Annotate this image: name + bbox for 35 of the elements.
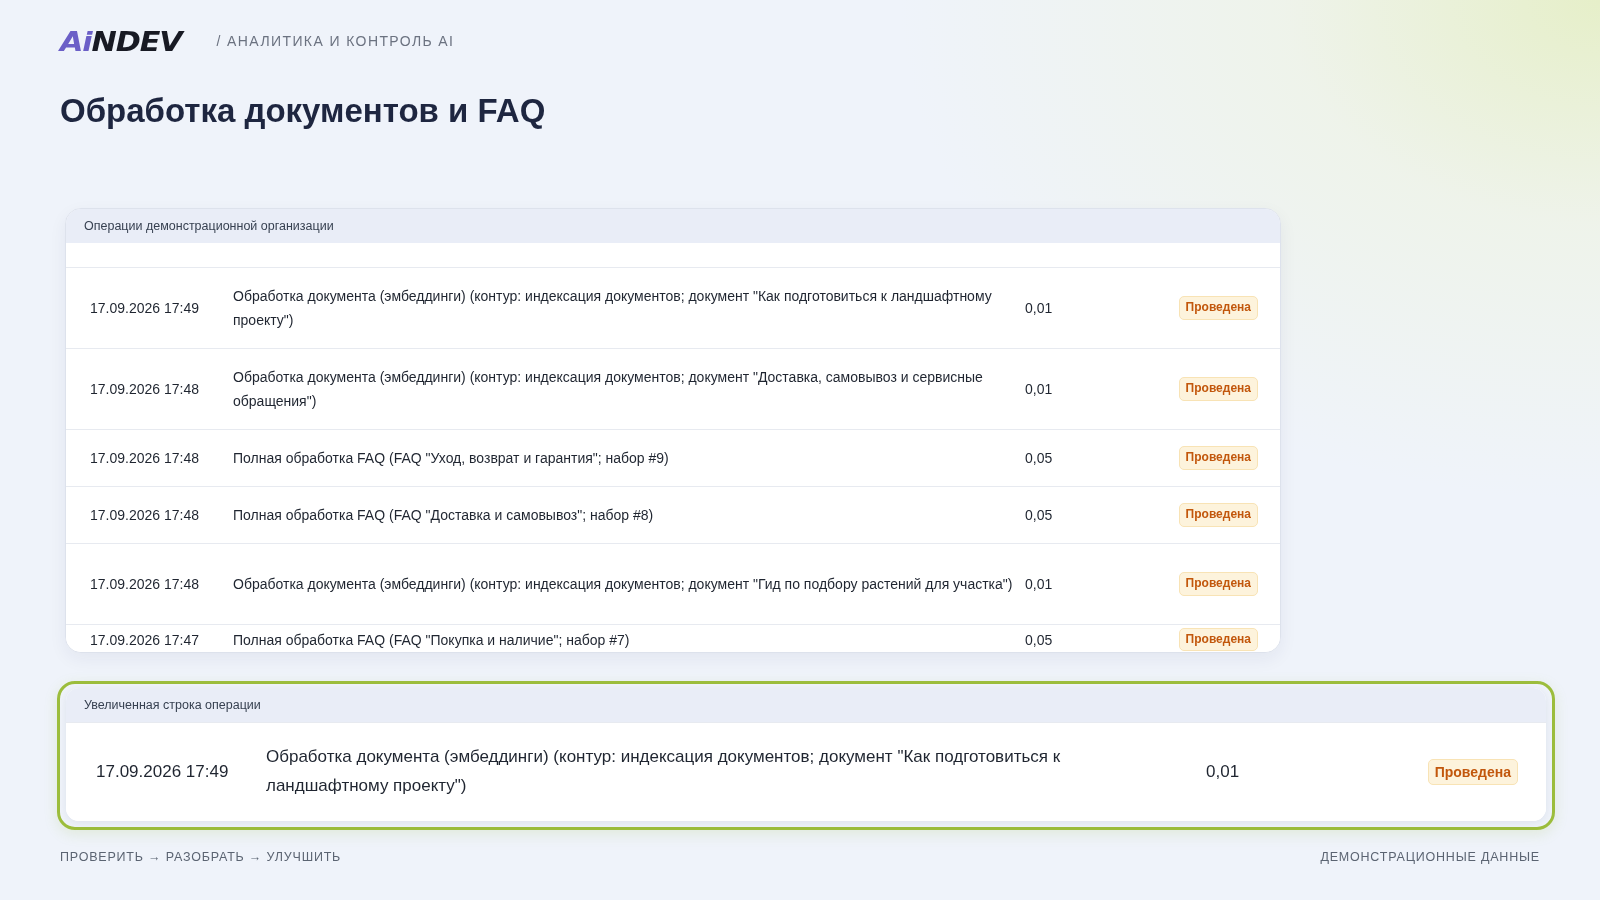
status-badge: Проведена: [1178, 377, 1258, 401]
status-badge: Проведена: [1178, 503, 1258, 527]
status-badge: Проведена: [1427, 758, 1518, 786]
date-cell-text: 17.09.2026 17:48: [90, 379, 200, 399]
description-cell-text: Полная обработка FAQ (FAQ "Доставка и самовывоз"; набор #8): [233, 505, 655, 525]
amount-cell-text: 0,01: [1205, 760, 1241, 783]
process-steps: ПРОВЕРИТЬ → РАЗОБРАТЬ → УЛУЧШИТЬ: [60, 850, 342, 864]
description-cell-text: Обработка документа (эмбеддинги) (контур: индексация документов; документ "Как подготовиться к ландшафтному проекту"): [233, 286, 993, 330]
description-cell-text: Обработка документа (эмбеддинги) (контур: индексация документов; документ "Как подготовиться к ландшафтному проекту"): [266, 746, 1062, 797]
date-cell-text: 17.09.2026 17:48: [90, 505, 200, 525]
panel-header: Увеличенная строка операции: [66, 688, 1546, 723]
date-cell-text: 17.09.2026 17:47: [90, 631, 200, 650]
logo: AiNDEV: [60, 27, 182, 55]
amount-cell-text: 0,01: [1024, 379, 1054, 399]
date-cell-text: 17.09.2026 17:48: [90, 448, 200, 468]
date-cell-text: 17.09.2026 17:49: [90, 298, 200, 318]
description-cell-text: Полная обработка FAQ (FAQ "Покупка и наличие"; набор #7): [233, 631, 631, 650]
page-title: Обработка документов и FAQ: [60, 92, 547, 130]
demo-data-label: ДЕМОНСТРАЦИОННЫЕ ДАННЫЕ: [1320, 850, 1540, 864]
description-cell-text: Обработка документа (эмбеддинги) (контур: индексация документов; документ "Доставка, самовывоз и сервисные обращения"): [233, 367, 984, 411]
section-label: / АНАЛИТИКА И КОНТРОЛЬ AI: [216, 33, 455, 49]
amount-cell-text: 0,01: [1024, 298, 1054, 318]
panel-header: Операции демонстрационной организации: [66, 209, 1280, 243]
status-badge: Проведена: [1178, 628, 1258, 652]
description-cell-text: Полная обработка FAQ (FAQ "Уход, возврат и гарантия"; набор #9): [233, 448, 670, 468]
description-cell-text: Обработка документа (эмбеддинги) (контур: индексация документов; документ "Гид по подбору растений для участка"): [233, 574, 1013, 594]
amount-cell-text: 0,01: [1024, 574, 1054, 594]
status-badge: Проведена: [1178, 446, 1258, 470]
amount-cell-text: 0,05: [1024, 505, 1054, 525]
amount-cell-text: 0,05: [1024, 448, 1054, 468]
date-cell-text: 17.09.2026 17:49: [96, 760, 230, 783]
amount-cell-text: 0,05: [1024, 631, 1054, 650]
date-cell-text: 17.09.2026 17:48: [90, 574, 200, 594]
status-badge: Проведена: [1178, 296, 1258, 320]
status-badge: Проведена: [1178, 572, 1258, 596]
